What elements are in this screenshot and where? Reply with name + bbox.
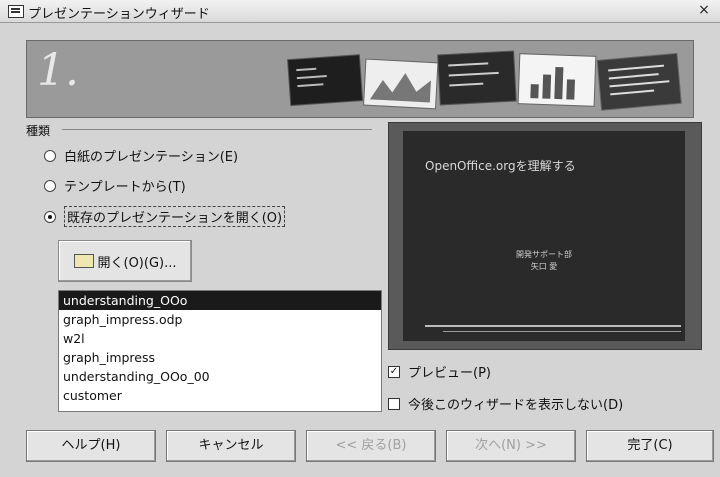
radio-label: 既存のプレゼンテーションを開く(O) <box>64 206 286 227</box>
back-button[interactable]: << 戻る(B) <box>306 430 436 462</box>
slide-title: OpenOffice.orgを理解する <box>425 159 576 173</box>
presentation-wizard-dialog: プレゼンテーションウィザード × 1. 種類 白紙のプレゼンテーション(E) テ… <box>0 0 720 477</box>
banner-slides-illustration <box>287 50 682 111</box>
finish-button[interactable]: 完了(C) <box>586 430 714 462</box>
preview-slide: OpenOffice.orgを理解する 開発サポート部 矢口 愛 <box>403 131 685 341</box>
radio-empty-presentation[interactable]: 白紙のプレゼンテーション(E) <box>44 146 238 165</box>
checkbox-label: プレビュー(P) <box>408 366 491 381</box>
radio-selected-icon[interactable] <box>44 210 56 223</box>
radio-open-existing[interactable]: 既存のプレゼンテーションを開く(O) <box>44 206 286 227</box>
preview-pane: OpenOffice.orgを理解する 開発サポート部 矢口 愛 <box>388 122 702 350</box>
list-item[interactable]: graph_impress.odp <box>59 310 381 329</box>
window-title: プレゼンテーションウィザード <box>28 7 210 22</box>
preview-checkbox[interactable]: ✓ プレビュー(P) <box>388 362 491 381</box>
help-button[interactable]: ヘルプ(H) <box>26 430 156 462</box>
list-item[interactable]: understanding_OOo <box>59 291 381 310</box>
slide-author: 矢口 愛 <box>530 262 558 271</box>
radio-icon[interactable] <box>44 179 56 192</box>
open-button-label: 開く(O)(G)... <box>97 255 177 271</box>
slide-rule <box>425 325 681 327</box>
dont-show-again-checkbox[interactable]: 今後このウィザードを表示しない(D) <box>388 394 623 413</box>
list-item[interactable]: customer <box>59 386 381 405</box>
checkbox-checked-icon[interactable]: ✓ <box>388 365 400 378</box>
close-icon[interactable]: × <box>696 2 712 18</box>
folder-open-icon <box>73 254 94 268</box>
list-item[interactable]: w2l <box>59 329 381 348</box>
radio-label: 白紙のプレゼンテーション(E) <box>64 150 239 165</box>
radio-icon[interactable] <box>44 149 56 162</box>
list-item[interactable]: graph_impress <box>59 348 381 367</box>
slide-subtitle: 開発サポート部 <box>516 250 572 259</box>
title-bar[interactable]: プレゼンテーションウィザード × <box>0 0 720 23</box>
type-group-label: 種類 <box>26 124 51 138</box>
app-icon <box>8 5 24 18</box>
cancel-button[interactable]: キャンセル <box>166 430 296 462</box>
next-button[interactable]: 次へ(N) >> <box>446 430 576 462</box>
wizard-banner: 1. <box>26 40 694 118</box>
step-number: 1. <box>37 45 79 96</box>
checkbox-label: 今後このウィザードを表示しない(D) <box>408 398 624 413</box>
list-item[interactable]: understanding_OOo_00 <box>59 367 381 386</box>
radio-from-template[interactable]: テンプレートから(T) <box>44 176 186 195</box>
slide-rule <box>443 331 681 332</box>
file-list[interactable]: understanding_OOo graph_impress.odp w2l … <box>58 290 382 412</box>
radio-label: テンプレートから(T) <box>64 180 186 195</box>
open-file-button[interactable]: 開く(O)(G)... <box>58 240 192 282</box>
group-divider <box>62 129 372 130</box>
checkbox-icon[interactable] <box>388 397 400 410</box>
